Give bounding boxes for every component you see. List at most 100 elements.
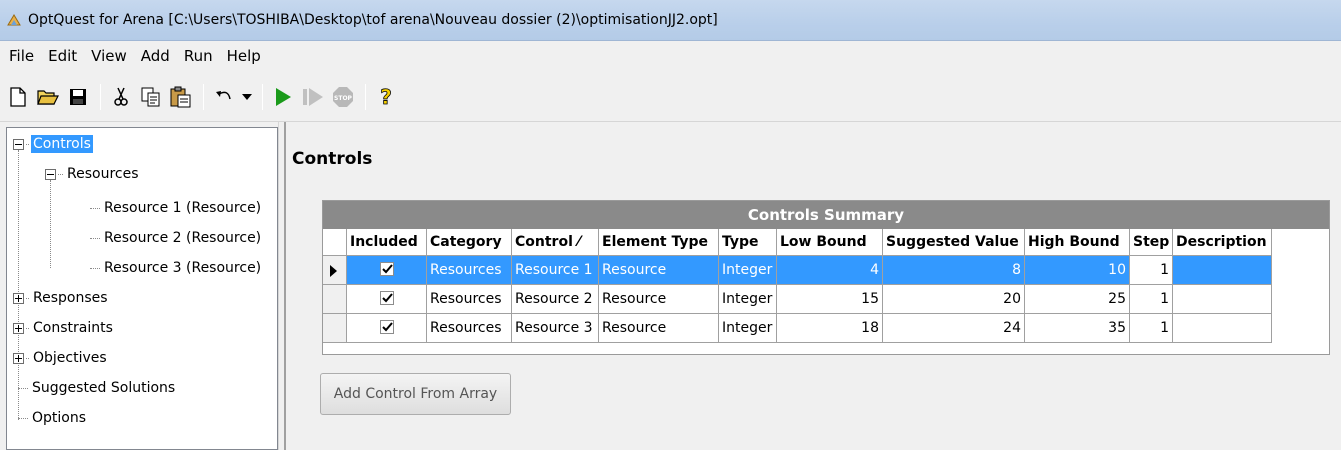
tree-label-resource-3[interactable]: Resource 3 (Resource): [102, 259, 263, 277]
tree-node-resource-1[interactable]: Resource 1 (Resource): [90, 196, 263, 220]
menu-file[interactable]: File: [2, 41, 41, 72]
menu-add[interactable]: Add: [134, 41, 177, 72]
cell-step[interactable]: 1: [1130, 285, 1173, 314]
tree-node-objectives[interactable]: Objectives: [13, 346, 109, 370]
add-control-from-array-button[interactable]: Add Control From Array: [320, 373, 511, 415]
cell-category[interactable]: Resources: [427, 256, 512, 285]
toolbar-separator: [365, 83, 366, 110]
stop-icon[interactable]: STOP: [329, 83, 357, 111]
header-element-type[interactable]: Element Type: [599, 229, 719, 256]
undo-icon[interactable]: [210, 83, 238, 111]
cell-control[interactable]: Resource 2: [512, 285, 599, 314]
cell-low-bound[interactable]: 15: [777, 285, 883, 314]
cell-low-bound[interactable]: 18: [777, 314, 883, 343]
tree-label-constraints[interactable]: Constraints: [31, 319, 115, 337]
save-icon[interactable]: [64, 83, 92, 111]
cell-description[interactable]: [1173, 256, 1272, 285]
cell-step[interactable]: 1: [1130, 256, 1173, 285]
tree-node-resource-3[interactable]: Resource 3 (Resource): [90, 256, 263, 280]
tree-label-responses[interactable]: Responses: [31, 289, 110, 307]
cell-type[interactable]: Integer: [719, 314, 777, 343]
cell-suggested-value[interactable]: 8: [883, 256, 1025, 285]
header-description[interactable]: Description: [1173, 229, 1272, 256]
tree-node-constraints[interactable]: Constraints: [13, 316, 115, 340]
header-step[interactable]: Step: [1130, 229, 1173, 256]
cell-type[interactable]: Integer: [719, 285, 777, 314]
tree-label-resource-1[interactable]: Resource 1 (Resource): [102, 199, 263, 217]
expand-icon[interactable]: [13, 292, 24, 304]
cell-step[interactable]: 1: [1130, 314, 1173, 343]
copy-icon[interactable]: [137, 83, 165, 111]
tree-label-resource-2[interactable]: Resource 2 (Resource): [102, 229, 263, 247]
tree-label-controls[interactable]: Controls: [31, 135, 93, 153]
included-checkbox-cell[interactable]: [347, 314, 427, 343]
cell-description[interactable]: [1173, 314, 1272, 343]
expand-icon[interactable]: [13, 322, 24, 334]
toolbar-separator: [203, 83, 204, 110]
cell-category[interactable]: Resources: [427, 285, 512, 314]
included-checkbox[interactable]: [379, 320, 394, 334]
cell-type[interactable]: Integer: [719, 256, 777, 285]
tree-node-resources[interactable]: Resources: [45, 162, 141, 186]
row-selector[interactable]: [323, 314, 347, 343]
step-icon[interactable]: [299, 83, 327, 111]
included-checkbox[interactable]: [379, 262, 394, 276]
header-row-selector: [323, 229, 347, 256]
header-low-bound[interactable]: Low Bound: [777, 229, 883, 256]
tree-label-objectives[interactable]: Objectives: [31, 349, 109, 367]
undo-dropdown-icon[interactable]: [240, 83, 254, 111]
cell-element-type[interactable]: Resource: [599, 285, 719, 314]
open-folder-icon[interactable]: [34, 83, 62, 111]
controls-summary-grid[interactable]: Controls Summary Included Category Contr…: [322, 200, 1330, 355]
included-checkbox[interactable]: [379, 291, 394, 305]
navigation-tree[interactable]: Controls Resources Resource 1 (Resource)…: [6, 127, 278, 450]
menu-help[interactable]: Help: [220, 41, 268, 72]
included-checkbox-cell[interactable]: [347, 256, 427, 285]
collapse-icon[interactable]: [13, 138, 24, 150]
tree-node-resource-2[interactable]: Resource 2 (Resource): [90, 226, 263, 250]
menu-run[interactable]: Run: [177, 41, 220, 72]
expand-icon[interactable]: [13, 352, 24, 364]
tree-label-options[interactable]: Options: [30, 409, 88, 427]
run-icon[interactable]: [269, 83, 297, 111]
cell-element-type[interactable]: Resource: [599, 314, 719, 343]
tree-node-responses[interactable]: Responses: [13, 286, 110, 310]
cell-high-bound[interactable]: 25: [1025, 285, 1130, 314]
cell-description[interactable]: [1173, 285, 1272, 314]
cell-category[interactable]: Resources: [427, 314, 512, 343]
current-row-arrow-icon: [330, 265, 337, 277]
row-selector[interactable]: [323, 256, 347, 285]
window-title: OptQuest for Arena [C:\Users\TOSHIBA\Des…: [28, 12, 718, 28]
pane-splitter[interactable]: [278, 122, 286, 450]
new-file-icon[interactable]: [4, 83, 32, 111]
header-control[interactable]: Control ⁄: [512, 229, 599, 256]
tree-label-resources[interactable]: Resources: [65, 165, 141, 183]
svg-text:?: ?: [380, 86, 392, 108]
tree-node-suggested-solutions[interactable]: Suggested Solutions: [18, 376, 177, 400]
cell-high-bound[interactable]: 10: [1025, 256, 1130, 285]
menu-bar: File Edit View Add Run Help: [0, 41, 1341, 72]
cell-control[interactable]: Resource 3: [512, 314, 599, 343]
cell-high-bound[interactable]: 35: [1025, 314, 1130, 343]
cell-low-bound[interactable]: 4: [777, 256, 883, 285]
menu-edit[interactable]: Edit: [41, 41, 84, 72]
cut-icon[interactable]: [107, 83, 135, 111]
header-suggested-value[interactable]: Suggested Value: [883, 229, 1025, 256]
cell-suggested-value[interactable]: 24: [883, 314, 1025, 343]
paste-icon[interactable]: [167, 83, 195, 111]
collapse-icon[interactable]: [45, 168, 56, 180]
tree-node-controls[interactable]: Controls: [13, 132, 93, 156]
tree-label-suggested-solutions[interactable]: Suggested Solutions: [30, 379, 177, 397]
tree-node-options[interactable]: Options: [18, 406, 88, 430]
header-type[interactable]: Type: [719, 229, 777, 256]
row-selector[interactable]: [323, 285, 347, 314]
header-included[interactable]: Included: [347, 229, 427, 256]
cell-control[interactable]: Resource 1: [512, 256, 599, 285]
header-high-bound[interactable]: High Bound: [1025, 229, 1130, 256]
header-category[interactable]: Category: [427, 229, 512, 256]
included-checkbox-cell[interactable]: [347, 285, 427, 314]
menu-view[interactable]: View: [84, 41, 134, 72]
cell-element-type[interactable]: Resource: [599, 256, 719, 285]
help-icon[interactable]: ?: [372, 83, 400, 111]
cell-suggested-value[interactable]: 20: [883, 285, 1025, 314]
